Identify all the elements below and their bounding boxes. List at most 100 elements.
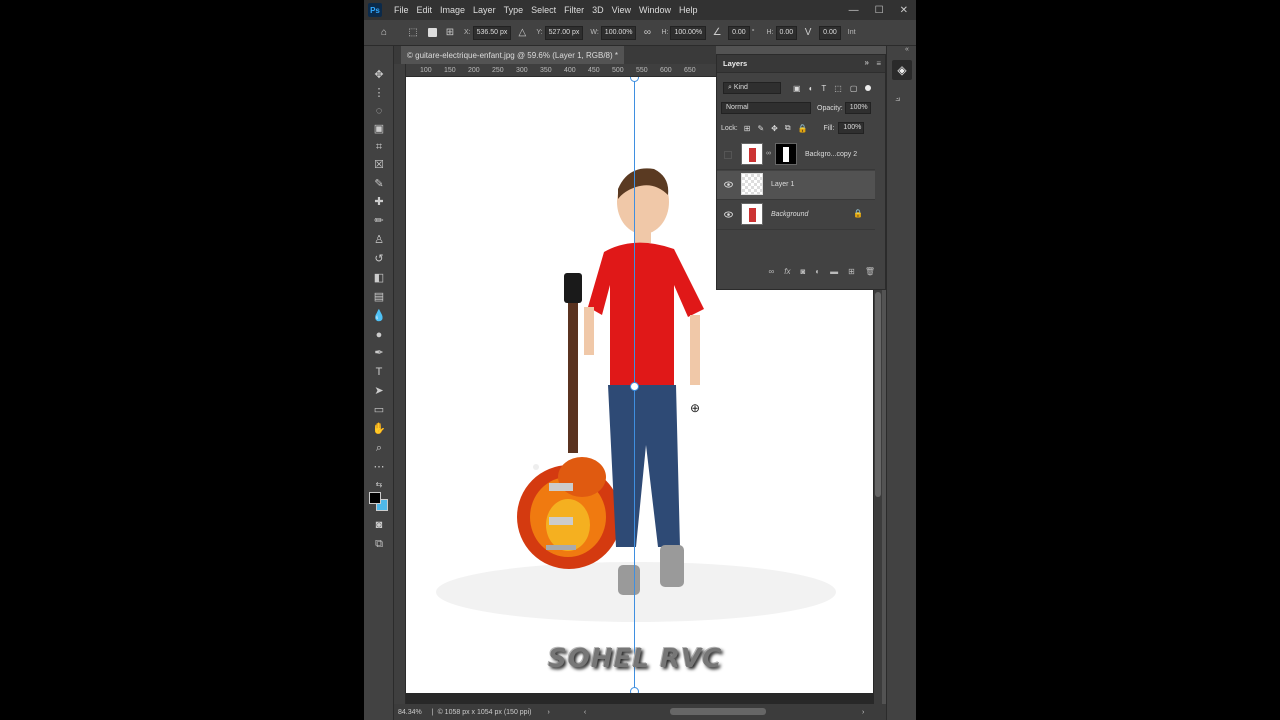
eraser-icon[interactable]: ◧ [372, 271, 386, 285]
transform-handle-center[interactable] [630, 382, 639, 391]
menu-select[interactable]: Select [527, 5, 560, 15]
blend-mode-dropdown[interactable]: Normal [721, 102, 811, 114]
panel-menu-icon[interactable]: ≡ [876, 59, 881, 68]
path-selection-icon[interactable]: ➤ [372, 384, 386, 398]
collapse-panels-icon[interactable]: « [905, 46, 909, 53]
lock-all-icon[interactable]: 🔒 [798, 124, 808, 133]
height-input[interactable]: 100.00% [670, 25, 707, 40]
layer-row[interactable]: ∞ Backgro...copy 2 [717, 141, 875, 170]
home-icon[interactable]: ⌂ [378, 27, 390, 39]
delete-layer-icon[interactable]: 🗑 [865, 267, 875, 281]
eyedropper-icon[interactable]: ✎ [372, 177, 386, 191]
maximize-button[interactable]: ☐ [875, 5, 884, 16]
transform-handle-bottom[interactable] [630, 687, 639, 693]
angle-input[interactable]: 0.00 [728, 25, 750, 40]
layers-panel-icon[interactable]: ◈ [892, 60, 912, 80]
history-brush-icon[interactable]: ↺ [372, 252, 386, 266]
paths-panel-icon[interactable]: ⟓ [895, 92, 900, 105]
new-layer-icon[interactable]: ⊞ [848, 267, 855, 281]
healing-brush-icon[interactable]: ✚ [372, 195, 386, 209]
reference-point-checkbox[interactable] [428, 28, 437, 37]
layer-name[interactable]: Background [771, 211, 808, 218]
move-tool-icon[interactable]: ✥ [372, 68, 386, 82]
panel-collapse-icon[interactable]: » [865, 58, 869, 67]
lock-transparent-icon[interactable]: ⊞ [744, 124, 751, 133]
brush-tool-icon[interactable]: ✏ [372, 214, 386, 228]
menu-type[interactable]: Type [500, 5, 528, 15]
horizontal-scroll-thumb[interactable] [670, 708, 766, 715]
document-info[interactable]: © 1058 px x 1054 px (150 ppi) [438, 709, 532, 716]
layer-row[interactable]: Background 🔒 [717, 201, 875, 230]
blur-tool-icon[interactable]: 💧 [372, 309, 386, 323]
close-button[interactable]: ✕ [900, 5, 908, 16]
delta-icon[interactable]: △ [516, 27, 528, 39]
layer-row-selected[interactable]: Layer 1 [717, 171, 875, 200]
menu-filter[interactable]: Filter [560, 5, 588, 15]
lock-artboard-icon[interactable]: ⧉ [785, 123, 791, 133]
menu-layer[interactable]: Layer [469, 5, 500, 15]
quick-mask-icon[interactable]: ◙ [372, 518, 386, 532]
filter-shape-icon[interactable]: ⬚ [834, 84, 842, 93]
link-layers-icon[interactable]: ∞ [769, 267, 775, 281]
document-tab[interactable]: © guitare-electrique-enfant.jpg @ 59.6% … [401, 46, 625, 64]
hskew-input[interactable]: 0.00 [775, 25, 798, 40]
eye-icon[interactable] [724, 211, 733, 218]
new-group-icon[interactable]: ▬ [830, 267, 838, 281]
layers-panel-title[interactable]: Layers [723, 59, 747, 68]
menu-edit[interactable]: Edit [413, 5, 437, 15]
more-tools-icon[interactable]: ⋯ [372, 460, 386, 474]
filter-toggle-icon[interactable] [865, 85, 872, 91]
filter-kind-dropdown[interactable]: ⌕ Kind [723, 82, 781, 94]
fx-icon[interactable]: fx [784, 267, 790, 281]
zoom-tool-icon[interactable]: ⌕ [372, 441, 386, 455]
link-icon[interactable]: ∞ [641, 27, 653, 39]
menu-3d[interactable]: 3D [588, 5, 608, 15]
transform-tool-icon[interactable]: ⬚ [407, 27, 419, 39]
x-input[interactable]: 536.50 px [472, 25, 512, 40]
menu-help[interactable]: Help [675, 5, 702, 15]
filter-adjustment-icon[interactable]: ◐ [809, 84, 814, 93]
crop-tool-icon[interactable]: ⌗ [372, 140, 386, 154]
interpolation-label[interactable]: Int [848, 29, 856, 36]
vskew-input[interactable]: 0.00 [819, 25, 841, 40]
add-mask-icon[interactable]: ◙ [800, 267, 805, 281]
chain-link-icon[interactable]: ∞ [766, 150, 771, 157]
vertical-scroll-thumb[interactable] [875, 292, 881, 497]
opacity-input[interactable]: 100% [844, 102, 871, 114]
dodge-tool-icon[interactable]: ● [372, 328, 386, 342]
artboard-tool-icon[interactable]: ⋮ [372, 86, 386, 100]
foreground-color-swatch[interactable] [369, 492, 381, 504]
hand-tool-icon[interactable]: ✋ [372, 422, 386, 436]
layer-name[interactable]: Backgro...copy 2 [805, 151, 857, 158]
zoom-level[interactable]: 84.34% [398, 709, 422, 716]
menu-window[interactable]: Window [635, 5, 675, 15]
swap-colors-icon[interactable]: ⇆ [372, 478, 386, 492]
gradient-tool-icon[interactable]: ▤ [372, 290, 386, 304]
layer-name[interactable]: Layer 1 [771, 181, 794, 188]
status-arrow-icon[interactable]: › [547, 709, 549, 716]
lock-image-icon[interactable]: ✎ [757, 124, 764, 133]
fill-input[interactable]: 100% [838, 122, 865, 134]
menu-image[interactable]: Image [436, 5, 469, 15]
eye-icon[interactable] [724, 181, 733, 188]
vertical-scrollbar[interactable] [874, 290, 882, 704]
lasso-tool-icon[interactable]: ◌ [372, 104, 386, 118]
rectangle-tool-icon[interactable]: ▭ [372, 403, 386, 417]
minimize-button[interactable]: — [849, 5, 859, 16]
scroll-right-icon[interactable]: › [862, 709, 864, 716]
menu-file[interactable]: File [390, 5, 413, 15]
menu-view[interactable]: View [608, 5, 635, 15]
filter-type-icon[interactable]: T [821, 84, 826, 93]
pen-tool-icon[interactable]: ✒ [372, 346, 386, 360]
layer-visibility-toggle[interactable] [724, 151, 732, 159]
y-input[interactable]: 527.00 px [544, 25, 584, 40]
frame-tool-icon[interactable]: ☒ [372, 158, 386, 172]
clone-stamp-icon[interactable]: ♙ [372, 233, 386, 247]
scroll-left-icon[interactable]: ‹ [584, 709, 586, 716]
filter-smart-object-icon[interactable]: ▢ [850, 84, 858, 93]
filter-pixel-icon[interactable]: ▣ [793, 84, 801, 93]
width-input[interactable]: 100.00% [600, 25, 637, 40]
layer-mask-thumbnail[interactable] [775, 143, 797, 165]
reference-point-icon[interactable]: ⊞ [444, 27, 456, 39]
lock-position-icon[interactable]: ✥ [771, 124, 778, 133]
